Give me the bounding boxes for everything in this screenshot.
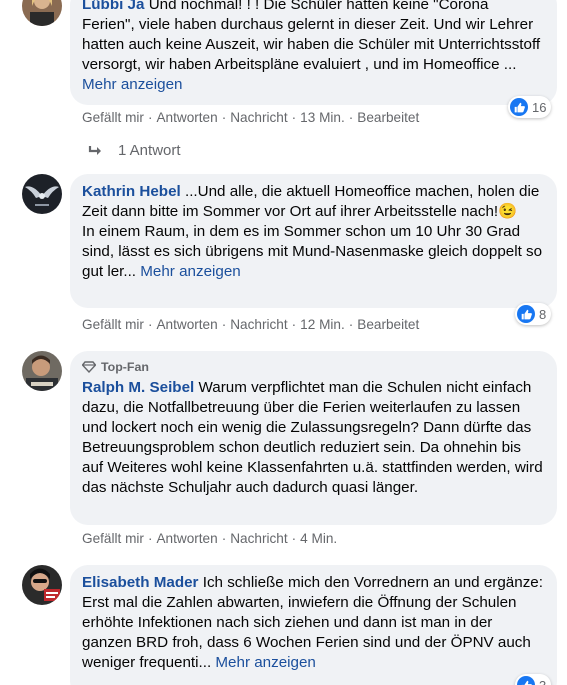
separator: ·: [291, 110, 297, 125]
comment-bubble: Kathrin Hebel ...Und alle, die aktuell H…: [70, 174, 557, 308]
comment-author[interactable]: Lübbi Ja: [82, 0, 144, 13]
comment-bubble: Lübbi Ja Und nochmal! ! ! Die Schüler ha…: [70, 0, 557, 105]
view-replies-button[interactable]: 1 Antwort: [88, 142, 181, 159]
like-icon: [517, 305, 535, 323]
reaction-number: 8: [539, 306, 547, 322]
avatar[interactable]: [22, 565, 62, 605]
timestamp[interactable]: 4 Min.: [300, 531, 337, 546]
edited-label: Bearbeitet: [357, 317, 420, 332]
reaction-number: 16: [532, 99, 547, 115]
like-icon: [510, 98, 528, 116]
more-link[interactable]: Mehr anzeigen: [215, 654, 315, 671]
comment-actions: Gefällt mir · Antworten · Nachricht · 13 Min. ·…: [82, 109, 419, 127]
reply-arrow-icon: [88, 145, 101, 155]
top-fan-badge: Top-Fan: [82, 359, 545, 375]
comment-author[interactable]: Kathrin Hebel: [82, 183, 181, 200]
timestamp[interactable]: 12 Min.: [300, 317, 345, 332]
comment-bubble: Top-Fan Ralph M. Seibel Warum verpflicht…: [70, 351, 557, 525]
separator: ·: [348, 317, 354, 332]
message-link[interactable]: Nachricht: [230, 317, 287, 332]
diamond-icon: [82, 361, 96, 373]
like-link[interactable]: Gefällt mir: [82, 531, 144, 546]
edited-label: Bearbeitet: [357, 110, 420, 125]
comment-bubble: Elisabeth Mader Ich schließe mich den Vo…: [70, 565, 557, 685]
separator: ·: [221, 531, 227, 546]
reaction-count[interactable]: 3: [515, 674, 552, 685]
separator: ·: [147, 110, 153, 125]
separator: ·: [291, 531, 297, 546]
separator: ·: [221, 110, 227, 125]
separator: ·: [348, 110, 354, 125]
reply-link[interactable]: Antworten: [156, 531, 217, 546]
comment-actions: Gefällt mir · Antworten · Nachricht · 4 Min.: [82, 530, 337, 548]
message-link[interactable]: Nachricht: [230, 531, 287, 546]
comment-text: Und nochmal! ! ! Die Schüler hatten kein…: [82, 0, 541, 74]
separator: ·: [147, 531, 153, 546]
like-link[interactable]: Gefällt mir: [82, 317, 144, 332]
comment-actions: Gefällt mir · Antworten · Nachricht · 12 Min. ·…: [82, 316, 419, 334]
message-link[interactable]: Nachricht: [230, 110, 287, 125]
avatar[interactable]: [22, 351, 62, 391]
reply-link[interactable]: Antworten: [156, 317, 217, 332]
reaction-count[interactable]: 8: [515, 303, 552, 325]
more-link[interactable]: Mehr anzeigen: [82, 76, 182, 93]
reaction-number: 3: [539, 677, 547, 685]
separator: ·: [147, 317, 153, 332]
comment-author[interactable]: Ralph M. Seibel: [82, 379, 194, 396]
comment-text: Warum verpflichtet man die Schulen nicht…: [82, 379, 543, 497]
reply-link[interactable]: Antworten: [156, 110, 217, 125]
separator: ·: [221, 317, 227, 332]
avatar[interactable]: [22, 174, 62, 214]
reaction-count[interactable]: 16: [508, 96, 552, 118]
timestamp[interactable]: 13 Min.: [300, 110, 345, 125]
separator: ·: [291, 317, 297, 332]
like-icon: [517, 676, 535, 685]
comment-author[interactable]: Elisabeth Mader: [82, 574, 198, 591]
like-link[interactable]: Gefällt mir: [82, 110, 144, 125]
wink-emoji: 😉: [498, 203, 518, 221]
replies-label: 1 Antwort: [118, 142, 181, 159]
more-link[interactable]: Mehr anzeigen: [140, 263, 240, 280]
avatar[interactable]: [22, 0, 62, 26]
top-fan-label: Top-Fan: [101, 360, 149, 374]
